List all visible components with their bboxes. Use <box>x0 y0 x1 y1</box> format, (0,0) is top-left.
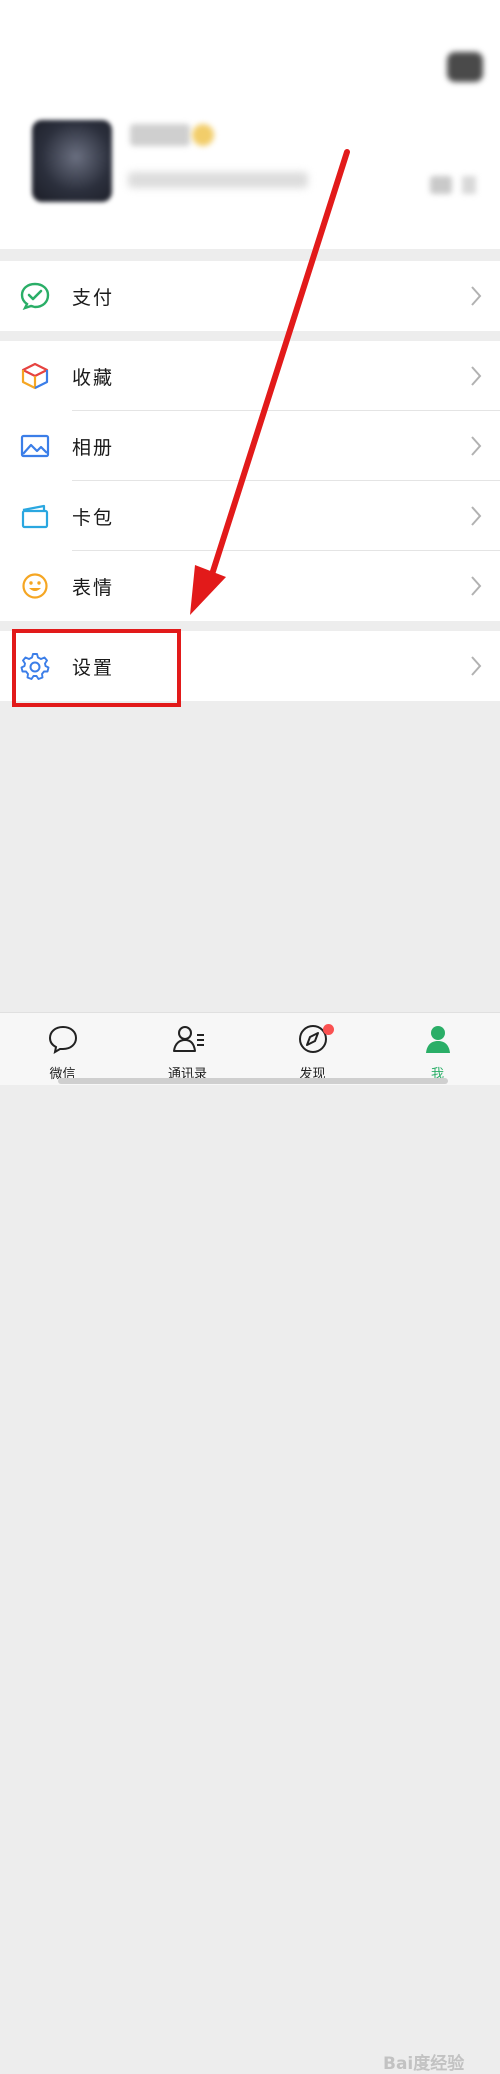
menu-item-favorites-label: 收藏 <box>72 367 115 389</box>
chevron-right-icon <box>471 506 482 526</box>
chevron-right-icon <box>471 656 482 676</box>
watermark: Bai度经验 <box>383 2054 465 2074</box>
menu-item-pay[interactable]: 支付 <box>0 261 500 331</box>
home-indicator <box>58 1078 448 1084</box>
profile-header[interactable] <box>0 0 500 249</box>
menu-item-album-label: 相册 <box>72 437 115 459</box>
menu-item-pay-label: 支付 <box>72 287 115 309</box>
chevron-right-icon <box>471 286 482 306</box>
highlight-box <box>12 629 181 707</box>
menu-item-stickers-label: 表情 <box>72 577 115 599</box>
contacts-icon <box>173 1026 204 1052</box>
favorites-cube-icon <box>21 362 49 390</box>
camera-icon[interactable] <box>447 52 483 82</box>
chat-bubble-icon <box>48 1025 78 1055</box>
menu-group-media: 收藏 相册 卡包 表情 <box>0 341 500 621</box>
tab-me[interactable]: 我 <box>375 1019 500 1085</box>
nickname-emoji-icon <box>192 124 214 146</box>
menu-item-album[interactable]: 相册 <box>0 411 500 481</box>
tab-chats[interactable]: 微信 <box>0 1019 125 1085</box>
chevron-right-icon <box>471 436 482 456</box>
person-icon <box>426 1026 450 1053</box>
qr-code-icon[interactable] <box>430 176 452 194</box>
pay-icon <box>20 282 50 310</box>
wechat-id-blurred <box>128 172 308 188</box>
avatar[interactable] <box>32 120 112 202</box>
nickname-blurred <box>130 124 190 146</box>
smiley-icon <box>22 573 48 599</box>
bottom-tab-bar: 微信 通讯录 发现 我 Bai度经验 <box>0 1012 500 2074</box>
tab-contacts[interactable]: 通讯录 <box>125 1019 250 1085</box>
chevron-right-icon <box>471 576 482 596</box>
menu-item-cards-label: 卡包 <box>72 507 115 529</box>
chevron-right-icon <box>471 366 482 386</box>
menu-group-pay: 支付 <box>0 261 500 331</box>
menu-item-favorites[interactable]: 收藏 <box>0 341 500 411</box>
chevron-right-icon <box>462 176 476 194</box>
menu-item-cards[interactable]: 卡包 <box>0 481 500 551</box>
menu-item-stickers[interactable]: 表情 <box>0 551 500 621</box>
album-icon <box>20 434 50 458</box>
tab-discover[interactable]: 发现 <box>250 1019 375 1085</box>
notification-dot <box>323 1024 334 1035</box>
card-wallet-icon <box>21 504 49 529</box>
